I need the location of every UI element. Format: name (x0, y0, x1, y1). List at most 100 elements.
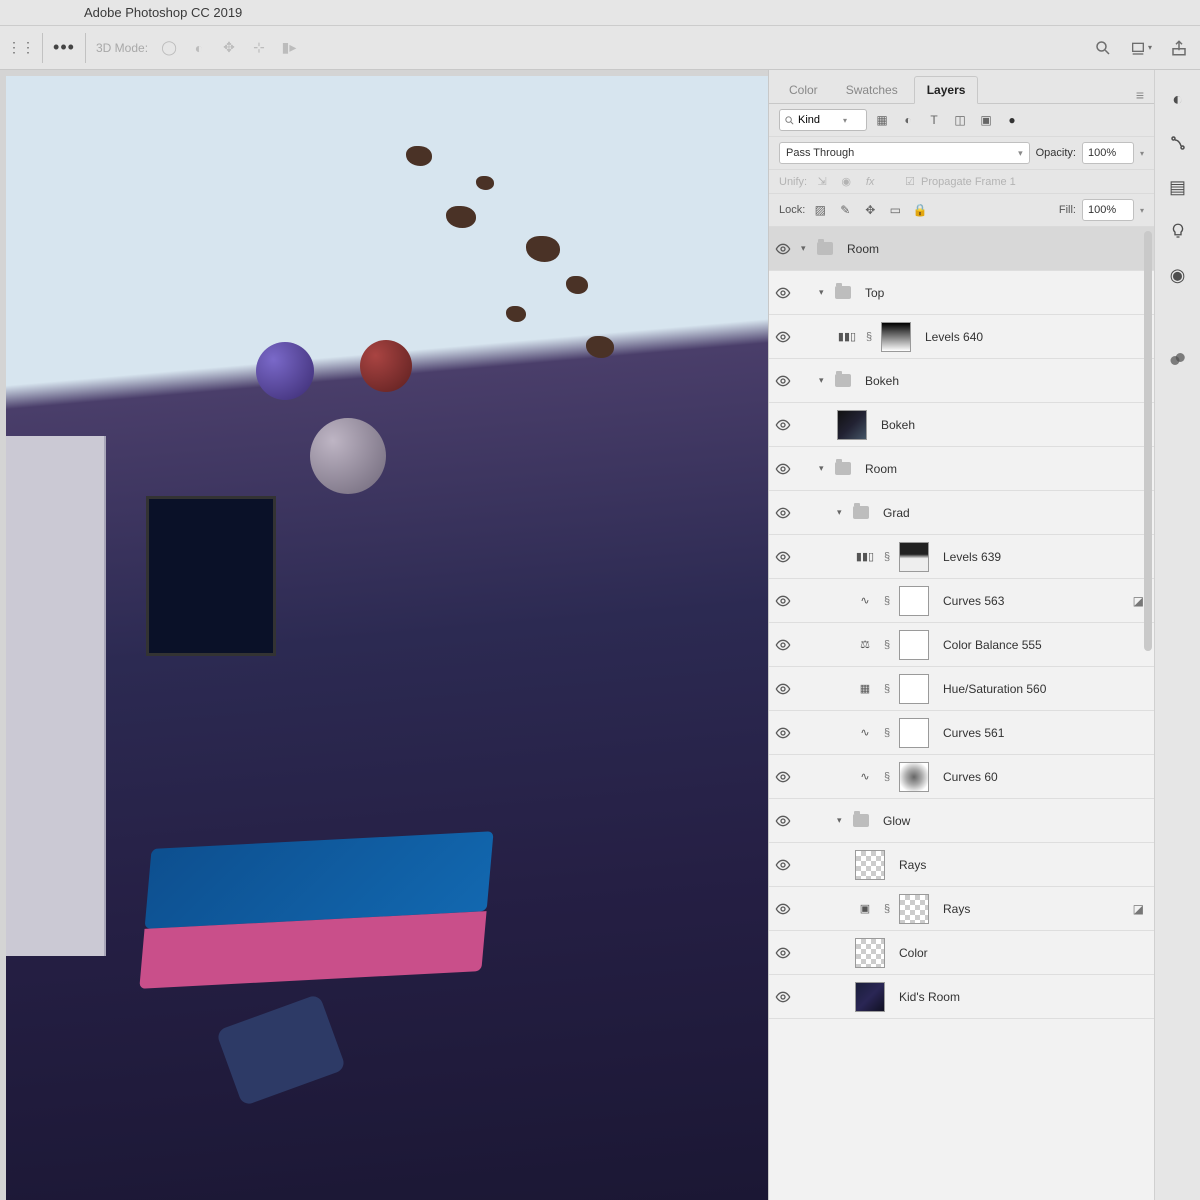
opacity-caret[interactable]: ▾ (1140, 149, 1144, 158)
twisty-icon[interactable]: ▾ (837, 815, 847, 826)
filter-shape-icon[interactable]: ◫ (951, 111, 969, 129)
visibility-toggle[interactable] (769, 329, 797, 345)
unify-visibility-icon[interactable]: ◉ (837, 175, 855, 188)
blend-mode-select[interactable]: Pass Through ▾ (779, 142, 1030, 164)
more-options-button[interactable]: ••• (53, 37, 75, 59)
layer-row[interactable]: ▦§Hue/Saturation 560 (769, 667, 1154, 711)
zoom-icon[interactable]: ▮▸ (278, 37, 300, 59)
layer-name[interactable]: Levels 639 (943, 550, 1001, 564)
slide-icon[interactable]: ⊹ (248, 37, 270, 59)
layer-name[interactable]: Levels 640 (925, 330, 983, 344)
layer-mask-thumbnail[interactable] (899, 630, 929, 660)
visibility-toggle[interactable] (769, 505, 797, 521)
layer-row[interactable]: ∿§Curves 563◪ (769, 579, 1154, 623)
scrollbar[interactable] (1144, 231, 1152, 651)
link-icon[interactable]: § (881, 771, 893, 783)
visibility-toggle[interactable] (769, 681, 797, 697)
layer-name[interactable]: Top (865, 286, 884, 300)
layer-name[interactable]: Grad (883, 506, 910, 520)
unify-position-icon[interactable]: ⇲ (813, 175, 831, 188)
pan-icon[interactable]: ✥ (218, 37, 240, 59)
filter-smart-icon[interactable]: ▣ (977, 111, 995, 129)
layer-name[interactable]: Color Balance 555 (943, 638, 1042, 652)
link-icon[interactable]: § (881, 595, 893, 607)
visibility-toggle[interactable] (769, 373, 797, 389)
layer-thumbnail[interactable] (855, 982, 885, 1012)
layer-mask-thumbnail[interactable] (899, 542, 929, 572)
layer-mask-thumbnail[interactable] (881, 322, 911, 352)
layers-list[interactable]: ▾Room▾Top▮▮▯§Levels 640▾BokehBokeh▾Room▾… (769, 227, 1154, 1200)
layer-row[interactable]: ▮▮▯§Levels 639 (769, 535, 1154, 579)
lock-transparency-icon[interactable]: ▨ (811, 201, 829, 219)
orbit-icon[interactable]: ◯ (158, 37, 180, 59)
visibility-toggle[interactable] (769, 637, 797, 653)
tab-swatches[interactable]: Swatches (834, 77, 910, 103)
layer-mask-thumbnail[interactable] (899, 674, 929, 704)
visibility-toggle[interactable] (769, 417, 797, 433)
layer-name[interactable]: Curves 60 (943, 770, 998, 784)
layer-mask-thumbnail[interactable] (899, 762, 929, 792)
layer-mask-thumbnail[interactable] (899, 894, 929, 924)
twisty-icon[interactable]: ▾ (819, 463, 829, 474)
layer-mask-thumbnail[interactable] (899, 586, 929, 616)
layer-row[interactable]: ∿§Curves 561 (769, 711, 1154, 755)
visibility-toggle[interactable] (769, 945, 797, 961)
search-icon[interactable] (1092, 37, 1114, 59)
adjustments-icon[interactable] (1167, 348, 1189, 370)
roll-icon[interactable]: ◐ (188, 37, 210, 59)
layer-row[interactable]: Color (769, 931, 1154, 975)
visibility-toggle[interactable] (769, 769, 797, 785)
link-icon[interactable]: § (881, 683, 893, 695)
layer-row[interactable]: ⚖§Color Balance 555 (769, 623, 1154, 667)
lock-position-icon[interactable]: ✥ (861, 201, 879, 219)
visibility-toggle[interactable] (769, 549, 797, 565)
visibility-toggle[interactable] (769, 901, 797, 917)
link-icon[interactable]: § (881, 727, 893, 739)
layer-name[interactable]: Kid's Room (899, 990, 960, 1004)
layer-row[interactable]: ▾Bokeh (769, 359, 1154, 403)
layer-name[interactable]: Glow (883, 814, 910, 828)
fill-input[interactable]: 100% (1082, 199, 1134, 221)
layer-thumbnail[interactable] (837, 410, 867, 440)
layer-row[interactable]: ▾Room (769, 447, 1154, 491)
layer-row[interactable]: ▾ Glow (769, 799, 1154, 843)
kind-filter[interactable]: ▾ (779, 109, 867, 131)
layer-row[interactable]: Bokeh (769, 403, 1154, 447)
filter-pixel-icon[interactable]: ▦ (873, 111, 891, 129)
fill-caret[interactable]: ▾ (1140, 206, 1144, 215)
visibility-toggle[interactable] (769, 989, 797, 1005)
layer-thumbnail[interactable] (855, 850, 885, 880)
layer-name[interactable]: Room (847, 242, 879, 256)
opacity-input[interactable]: 100% (1082, 142, 1134, 164)
learn-panel-icon[interactable]: ▤ (1167, 176, 1189, 198)
twisty-icon[interactable]: ▾ (801, 243, 811, 254)
visibility-toggle[interactable] (769, 813, 797, 829)
tab-layers[interactable]: Layers (914, 76, 979, 104)
layer-mask-thumbnail[interactable] (899, 718, 929, 748)
screen-mode-icon[interactable]: ▾ (1130, 37, 1152, 59)
layer-row[interactable]: Kid's Room (769, 975, 1154, 1019)
canvas-area[interactable] (0, 70, 768, 1200)
layer-row[interactable]: ▾ Top (769, 271, 1154, 315)
layer-row[interactable]: ▾Grad (769, 491, 1154, 535)
layer-name[interactable]: Hue/Saturation 560 (943, 682, 1046, 696)
layer-name[interactable]: Bokeh (881, 418, 915, 432)
kind-input[interactable] (798, 114, 840, 126)
link-icon[interactable]: § (881, 551, 893, 563)
layer-row[interactable]: ∿§Curves 60 (769, 755, 1154, 799)
link-icon[interactable]: § (863, 331, 875, 343)
layer-row[interactable]: ▣§Rays◪ (769, 887, 1154, 931)
layer-row[interactable]: Rays (769, 843, 1154, 887)
tips-icon[interactable] (1167, 220, 1189, 242)
cc-libraries-icon[interactable]: ◉ (1167, 264, 1189, 286)
panel-menu-icon[interactable]: ≡ (1136, 87, 1144, 103)
color-panel-icon[interactable]: ◐ (1167, 88, 1189, 110)
link-icon[interactable]: § (881, 639, 893, 651)
layer-name[interactable]: Rays (943, 902, 970, 916)
tab-color[interactable]: Color (777, 77, 830, 103)
share-icon[interactable] (1168, 37, 1190, 59)
layer-name[interactable]: Curves 561 (943, 726, 1004, 740)
lock-pixels-icon[interactable]: ✎ (836, 201, 854, 219)
twisty-icon[interactable]: ▾ (819, 287, 829, 298)
twisty-icon[interactable]: ▾ (819, 375, 829, 386)
